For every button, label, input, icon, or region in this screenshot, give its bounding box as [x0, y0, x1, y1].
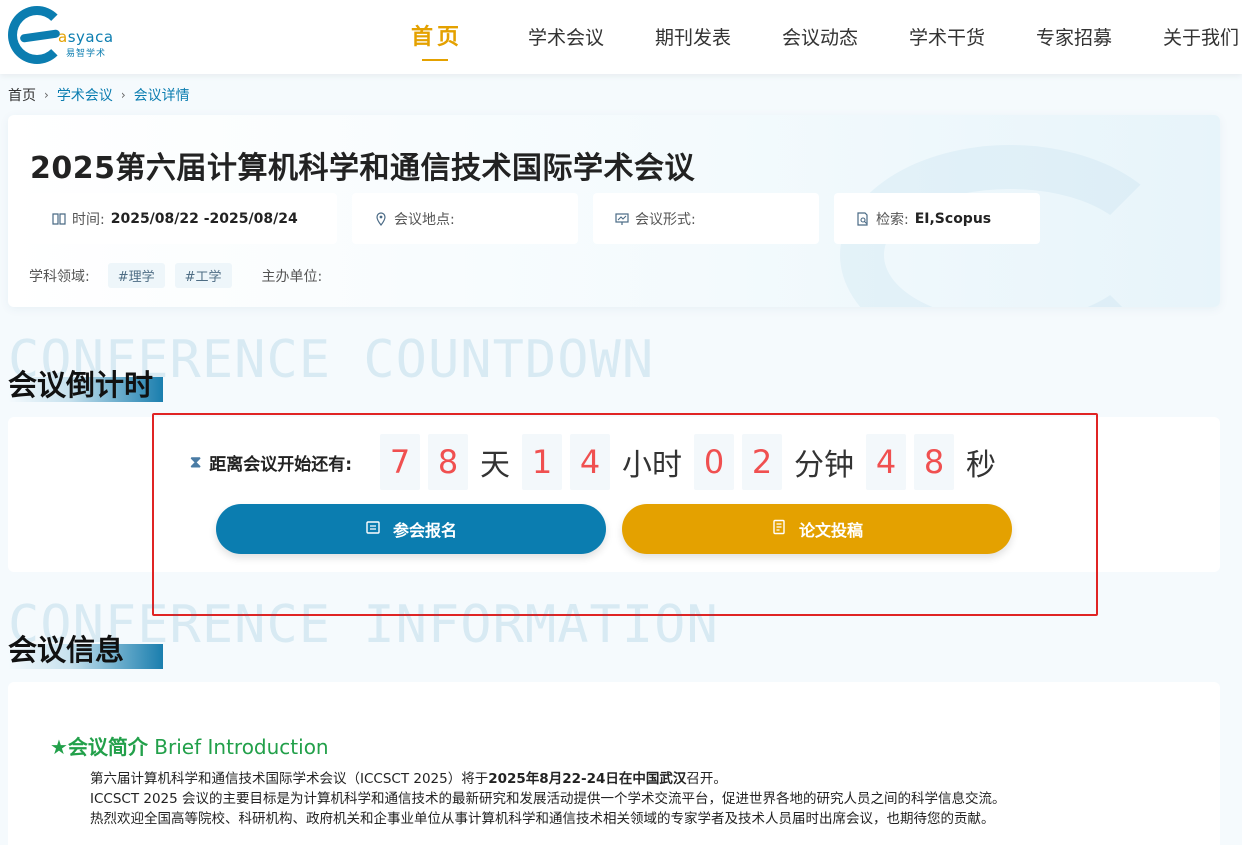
intro-line-1-post: 召开。 [686, 771, 727, 787]
breadcrumb-home[interactable]: 首页 [8, 85, 36, 105]
breadcrumb: 首页 › 学术会议 › 会议详情 [8, 85, 190, 105]
format-label: 会议形式: [635, 211, 696, 228]
main-nav: 首页 学术会议 期刊发表 会议动态 学术干货 专家招募 关于我们 [385, 0, 1242, 74]
field-label: 学科领域: [29, 268, 90, 285]
intro-title-en: Brief Introduction [147, 735, 329, 759]
intro-title: ★会议简介 Brief Introduction [50, 731, 329, 760]
chevron-right-icon: › [120, 88, 126, 102]
info-format: 会议形式: [593, 193, 819, 244]
location-label: 会议地点: [394, 211, 455, 228]
nav-resources[interactable]: 学术干货 [892, 0, 1002, 74]
book-icon [52, 212, 66, 226]
nav-about[interactable]: 关于我们 [1146, 0, 1242, 74]
tag-science[interactable]: #理学 [107, 263, 165, 288]
chevron-right-icon: › [44, 88, 49, 102]
organizer-label: 主办单位: [261, 268, 323, 285]
intro-line-3: 热烈欢迎全国高等院校、科研机构、政府机关和企事业单位从事计算机科学和通信技术相关… [90, 811, 995, 827]
site-header: asyaca 易智学术 首页 学术会议 期刊发表 会议动态 学术干货 专家招募 … [0, 0, 1242, 74]
logo-subtitle: 易智学术 [66, 49, 107, 59]
subject-tags: 学科领域: #理学 #工学 主办单位: [29, 263, 322, 288]
breadcrumb-conferences[interactable]: 学术会议 [57, 85, 113, 105]
logo-wordmark: asyaca [58, 28, 114, 46]
site-logo[interactable]: asyaca 易智学术 [8, 6, 118, 68]
info-index: 检索: EI,Scopus [834, 193, 1040, 244]
intro-line-1-date: 2025年8月22-24日在中国武汉 [488, 771, 687, 787]
nav-home[interactable]: 首页 [385, 0, 489, 74]
nav-journals[interactable]: 期刊发表 [638, 0, 748, 74]
intro-line-2: ICCSCT 2025 会议的主要目标是为计算机科学和通信技术的最新研究和发展活… [90, 791, 1006, 807]
highlight-frame [152, 413, 1098, 616]
breadcrumb-detail[interactable]: 会议详情 [134, 85, 190, 105]
tag-engineering[interactable]: #工学 [174, 263, 232, 288]
countdown-section-title: 会议倒计时 [8, 368, 154, 402]
nav-experts[interactable]: 专家招募 [1019, 0, 1129, 74]
index-value: EI,Scopus [914, 210, 992, 227]
conference-card: 2025第六届计算机科学和通信技术国际学术会议 时间: 2025/08/22 -… [8, 115, 1220, 307]
nav-conferences[interactable]: 学术会议 [511, 0, 621, 74]
nav-news[interactable]: 会议动态 [765, 0, 875, 74]
document-search-icon [856, 211, 870, 226]
intro-line-1: 第六届计算机科学和通信技术国际学术会议（ICCSCT 2025）将于2025年8… [90, 767, 727, 787]
info-section-title: 会议信息 [8, 633, 125, 667]
info-time: 时间: 2025/08/22 -2025/08/24 [30, 193, 337, 244]
intro-line-1-pre: 第六届计算机科学和通信技术国际学术会议（ICCSCT 2025）将于 [90, 771, 489, 787]
time-label: 时间: [72, 211, 105, 228]
conference-title: 2025第六届计算机科学和通信技术国际学术会议 [30, 151, 695, 186]
intro-title-cn: ★会议简介 [50, 735, 148, 759]
location-pin-icon [374, 211, 388, 226]
index-label: 检索: [876, 211, 909, 228]
info-location: 会议地点: [352, 193, 578, 244]
time-value: 2025/08/22 -2025/08/24 [110, 210, 298, 227]
presentation-icon [615, 212, 629, 226]
